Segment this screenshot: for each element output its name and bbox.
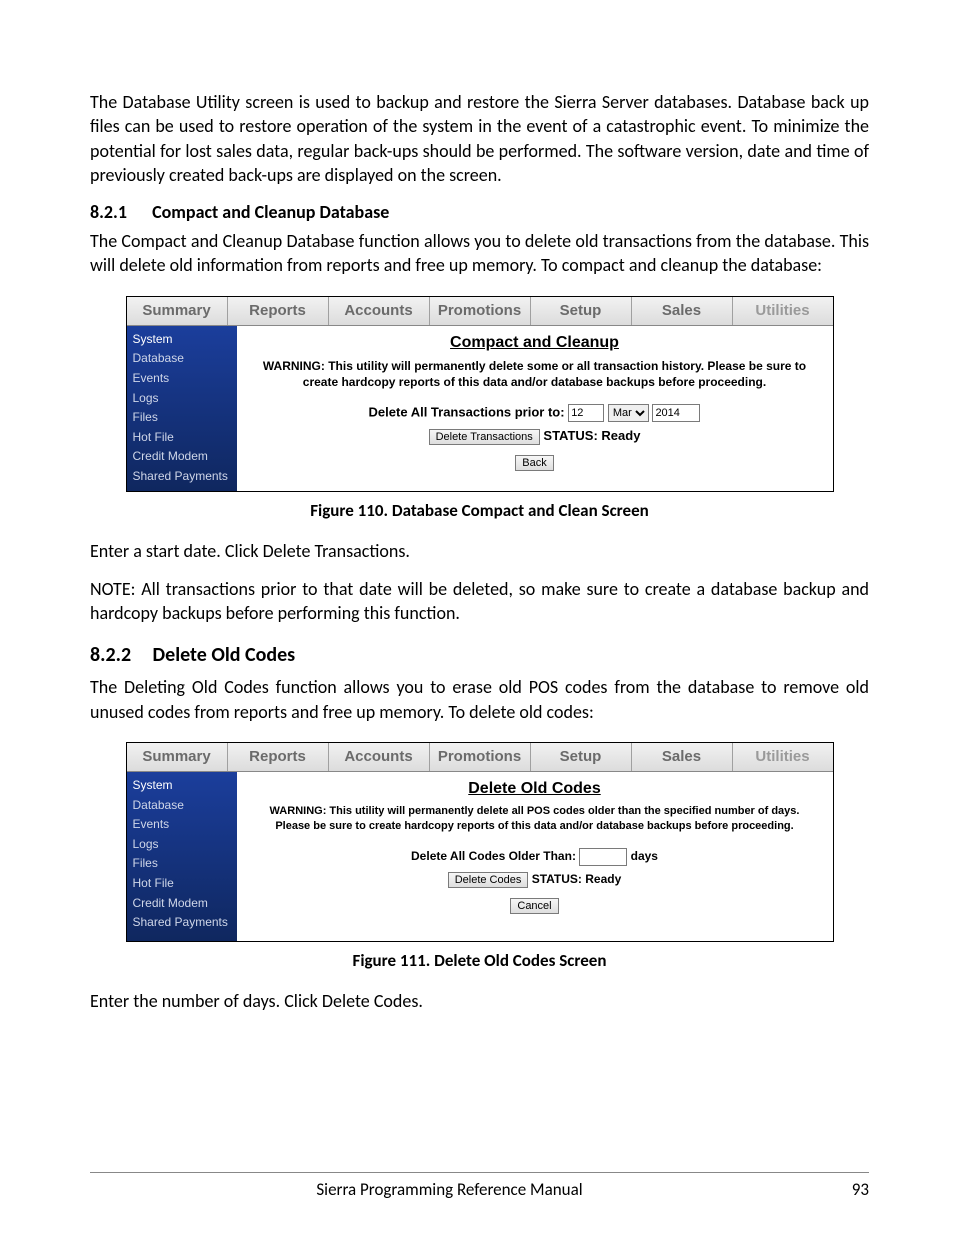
note-text: NOTE: All transactions prior to that dat… bbox=[90, 577, 869, 626]
figure-111-screenshot: Summary Reports Accounts Promotions Setu… bbox=[126, 742, 834, 942]
day-input[interactable] bbox=[568, 404, 604, 422]
heading-number: 8.2.2 bbox=[90, 643, 148, 667]
heading-number: 8.2.1 bbox=[90, 201, 148, 223]
figure-110-screenshot: Summary Reports Accounts Promotions Setu… bbox=[126, 296, 834, 492]
figure-111-caption: Figure 111. Delete Old Codes Screen bbox=[90, 950, 869, 971]
paragraph-8-2-1: The Compact and Cleanup Database functio… bbox=[90, 229, 869, 278]
tab-promotions[interactable]: Promotions bbox=[430, 743, 531, 771]
sidebar-item-credit-modem[interactable]: Credit Modem bbox=[127, 894, 237, 914]
heading-8-2-1: 8.2.1 Compact and Cleanup Database bbox=[90, 201, 869, 223]
footer-title: Sierra Programming Reference Manual bbox=[90, 1179, 809, 1200]
enter-start-date: Enter a start date. Click Delete Transac… bbox=[90, 539, 869, 563]
days-suffix: days bbox=[631, 849, 658, 863]
tab-setup[interactable]: Setup bbox=[531, 297, 632, 325]
footer-rule bbox=[90, 1172, 869, 1173]
footer-page-number: 93 bbox=[809, 1179, 869, 1200]
delete-older-label: Delete All Codes Older Than: bbox=[411, 849, 576, 863]
panel-title: Compact and Cleanup bbox=[249, 334, 821, 352]
sidebar-item-files[interactable]: Files bbox=[127, 408, 237, 428]
status-label: STATUS: Ready bbox=[532, 872, 622, 886]
tab-accounts[interactable]: Accounts bbox=[329, 743, 430, 771]
month-select[interactable]: Mar bbox=[608, 404, 649, 422]
sidebar-item-system[interactable]: System bbox=[127, 330, 237, 350]
warning-text: WARNING: This utility will permanently d… bbox=[255, 358, 815, 390]
sidebar-item-events[interactable]: Events bbox=[127, 369, 237, 389]
status-label: STATUS: Ready bbox=[543, 428, 640, 443]
tab-sales[interactable]: Sales bbox=[632, 743, 733, 771]
figure-110-caption: Figure 110. Database Compact and Clean S… bbox=[90, 500, 869, 521]
sidebar-item-database[interactable]: Database bbox=[127, 796, 237, 816]
tab-utilities[interactable]: Utilities bbox=[733, 743, 833, 771]
tab-reports[interactable]: Reports bbox=[228, 297, 329, 325]
tab-setup[interactable]: Setup bbox=[531, 743, 632, 771]
tab-accounts[interactable]: Accounts bbox=[329, 297, 430, 325]
tab-sales[interactable]: Sales bbox=[632, 297, 733, 325]
tab-bar: Summary Reports Accounts Promotions Setu… bbox=[127, 297, 833, 326]
sidebar-item-shared-payments[interactable]: Shared Payments bbox=[127, 913, 237, 933]
sidebar-item-hot-file[interactable]: Hot File bbox=[127, 428, 237, 448]
sidebar-item-logs[interactable]: Logs bbox=[127, 835, 237, 855]
sidebar-item-shared-payments[interactable]: Shared Payments bbox=[127, 467, 237, 487]
heading-title: Delete Old Codes bbox=[153, 643, 296, 667]
status-line: Delete Transactions STATUS: Ready bbox=[249, 428, 821, 445]
back-button[interactable]: Back bbox=[515, 455, 553, 471]
heading-8-2-2: 8.2.2 Delete Old Codes bbox=[90, 643, 869, 667]
heading-title: Compact and Cleanup Database bbox=[152, 201, 389, 223]
tab-summary[interactable]: Summary bbox=[127, 743, 228, 771]
tab-summary[interactable]: Summary bbox=[127, 297, 228, 325]
tab-reports[interactable]: Reports bbox=[228, 743, 329, 771]
sidebar-item-credit-modem[interactable]: Credit Modem bbox=[127, 447, 237, 467]
sidebar: System Database Events Logs Files Hot Fi… bbox=[127, 326, 237, 491]
days-input[interactable] bbox=[579, 848, 627, 866]
sidebar: System Database Events Logs Files Hot Fi… bbox=[127, 772, 237, 941]
year-input[interactable] bbox=[652, 404, 700, 422]
sidebar-item-files[interactable]: Files bbox=[127, 854, 237, 874]
status-line: Delete Codes STATUS: Ready bbox=[249, 872, 821, 888]
cancel-button[interactable]: Cancel bbox=[510, 898, 558, 914]
intro-paragraph: The Database Utility screen is used to b… bbox=[90, 90, 869, 187]
sidebar-item-hot-file[interactable]: Hot File bbox=[127, 874, 237, 894]
delete-codes-button[interactable]: Delete Codes bbox=[448, 872, 529, 888]
page-footer: Sierra Programming Reference Manual 93 bbox=[90, 1172, 869, 1200]
tab-utilities[interactable]: Utilities bbox=[733, 297, 833, 325]
sidebar-item-system[interactable]: System bbox=[127, 776, 237, 796]
sidebar-item-logs[interactable]: Logs bbox=[127, 389, 237, 409]
panel-title: Delete Old Codes bbox=[249, 780, 821, 798]
delete-transactions-button[interactable]: Delete Transactions bbox=[429, 429, 540, 445]
delete-older-than-line: Delete All Codes Older Than: days bbox=[249, 848, 821, 866]
sidebar-item-database[interactable]: Database bbox=[127, 349, 237, 369]
delete-prior-to-line: Delete All Transactions prior to: Mar bbox=[249, 404, 821, 422]
paragraph-8-2-2: The Deleting Old Codes function allows y… bbox=[90, 675, 869, 724]
enter-days-text: Enter the number of days. Click Delete C… bbox=[90, 989, 869, 1013]
tab-promotions[interactable]: Promotions bbox=[430, 297, 531, 325]
warning-text: WARNING: This utility will permanently d… bbox=[255, 804, 815, 834]
sidebar-item-events[interactable]: Events bbox=[127, 815, 237, 835]
delete-prior-label: Delete All Transactions prior to: bbox=[369, 405, 565, 420]
tab-bar: Summary Reports Accounts Promotions Setu… bbox=[127, 743, 833, 772]
